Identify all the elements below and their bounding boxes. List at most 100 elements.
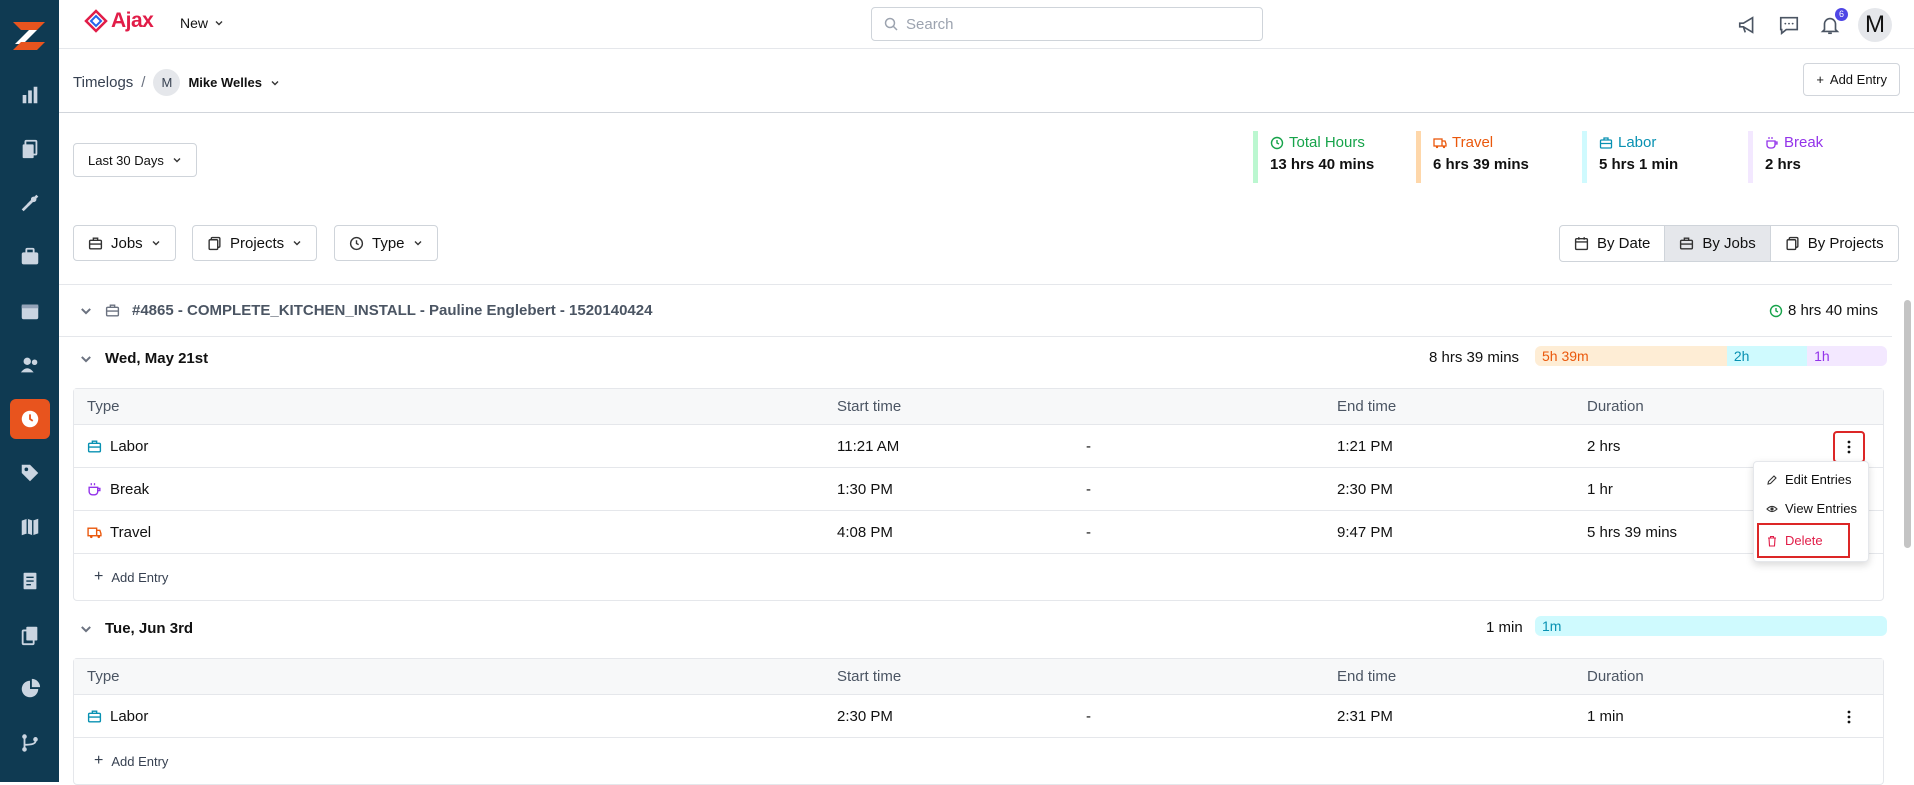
bell-icon[interactable]: 6 [1817,8,1848,38]
col-duration: Duration [1587,398,1644,415]
truck-icon [87,527,102,538]
app-logo[interactable] [9,18,49,54]
nav-documents-icon[interactable] [0,128,59,170]
bar-segment-labor: 2h [1726,346,1808,366]
briefcase-icon [88,236,103,250]
row-duration: 5 hrs 39 mins [1587,523,1678,541]
chevron-down-icon[interactable] [79,352,93,366]
stat-label: Total Hours [1289,134,1365,151]
by-projects-label: By Projects [1807,235,1884,252]
briefcase-icon [87,439,102,453]
row-start-time: 2:30 PM [837,707,893,725]
nav-dashboard-icon[interactable] [0,74,59,116]
stat-label: Labor [1618,134,1657,151]
row-end-time: 1:21 PM [1337,437,1393,455]
row-actions-button[interactable] [1833,431,1865,463]
new-menu-label: New [180,15,209,31]
chevron-down-icon [293,241,301,246]
stat-break: Break 2 hrs [1748,131,1823,183]
nav-map-icon[interactable] [0,506,59,548]
projects-filter-dropdown[interactable]: Projects [192,225,318,261]
briefcase-icon [1599,136,1613,149]
brand-logo[interactable]: Ajax [84,9,154,33]
timelog-table: Type Start time End time Duration Labor … [73,658,1884,785]
scrollbar[interactable] [1904,300,1911,548]
user-avatar-small: M [153,69,181,96]
add-entry-row[interactable]: + Add Entry [74,554,1883,600]
day-total: 8 hrs 39 mins [1429,349,1520,366]
nav-workflow-icon[interactable] [0,722,59,764]
projects-filter-label: Projects [230,234,285,252]
kebab-menu-icon [1847,440,1851,454]
row-start-time: 11:21 AM [837,437,900,455]
type-filter-dropdown[interactable]: Type [334,225,438,261]
search-input[interactable] [906,15,1246,33]
user-selector[interactable]: Mike Welles [188,75,261,90]
by-projects-toggle[interactable]: By Projects [1771,226,1898,261]
brand-name: Ajax [111,9,154,32]
plus-icon: + [94,568,104,585]
table-row[interactable]: Break 1:30 PM - 2:30 PM 1 hr [74,468,1883,511]
stat-travel: Travel 6 hrs 39 mins [1416,131,1529,183]
table-row[interactable]: Labor 2:30 PM - 2:31 PM 1 min [74,695,1883,738]
kebab-menu-icon [1847,710,1851,724]
table-row[interactable]: Travel 4:08 PM - 9:47 PM 5 hrs 39 mins [74,511,1883,554]
nav-jobs-icon[interactable] [0,236,59,278]
nav-invoices-icon[interactable] [0,560,59,602]
chat-icon[interactable] [1776,12,1802,38]
duration-bar: 5h 39m 2h 1h [1535,346,1887,366]
row-start-time: 4:08 PM [837,523,893,541]
row-type: Travel [110,523,152,541]
job-title: #4865 - COMPLETE_KITCHEN_INSTALL - Pauli… [132,302,653,319]
table-header: Type Start time End time Duration [74,659,1883,695]
day-header[interactable]: Wed, May 21st 8 hrs 39 mins 5h 39m 2h 1h [59,338,1892,376]
nav-people-icon[interactable] [0,344,59,386]
date-range-dropdown[interactable]: Last 30 Days [73,143,197,177]
edit-entries-item[interactable]: Edit Entries [1754,465,1868,494]
delete-item[interactable]: Delete [1757,523,1850,558]
megaphone-icon[interactable] [1735,12,1761,38]
view-entries-item[interactable]: View Entries [1754,494,1868,523]
plus-icon: + [1816,72,1824,87]
clock-icon [1270,136,1284,149]
user-avatar[interactable]: M [1858,8,1892,42]
by-jobs-toggle[interactable]: By Jobs [1665,226,1771,261]
nav-reports-icon[interactable] [0,668,59,710]
add-entry-label: Add Entry [1829,72,1887,87]
breadcrumb-separator: / [141,74,146,91]
eye-icon [1766,505,1778,512]
add-entry-row[interactable]: + Add Entry [74,738,1883,784]
timelog-content: #4865 - COMPLETE_KITCHEN_INSTALL - Pauli… [59,284,1892,785]
nav-tags-icon[interactable] [0,452,59,494]
chevron-down-icon[interactable] [270,78,280,88]
table-header: Type Start time End time Duration [74,389,1883,425]
day-header[interactable]: Tue, Jun 3rd 1 min 1m [59,608,1892,646]
chevron-down-icon[interactable] [79,622,93,636]
breadcrumb: Timelogs / M Mike Welles [73,69,280,96]
by-date-toggle[interactable]: By Date [1560,226,1666,261]
trash-icon [1768,535,1776,547]
chevron-down-icon[interactable] [79,304,93,318]
job-group-header[interactable]: #4865 - COMPLETE_KITCHEN_INSTALL - Pauli… [59,285,1892,337]
add-entry-button[interactable]: + Add Entry [1803,63,1900,96]
breadcrumb-bar: Timelogs / M Mike Welles + Add Entry [59,49,1914,113]
date-range-label: Last 30 Days [88,152,164,168]
nav-files-icon[interactable] [0,614,59,656]
day-total: 1 min [1486,619,1523,636]
add-entry-label: Add Entry [111,569,169,585]
nav-tools-icon[interactable] [0,182,59,224]
breadcrumb-timelogs[interactable]: Timelogs [73,74,133,91]
nav-calendar-icon[interactable] [0,290,59,332]
row-actions-button[interactable] [1835,703,1863,731]
bar-segment-labor: 1m [1535,616,1887,636]
row-type: Labor [110,437,149,455]
col-end-time: End time [1337,398,1397,415]
stat-value: 5 hrs 1 min [1599,156,1679,173]
clock-icon [1769,304,1783,317]
calendar-icon [1574,237,1589,251]
jobs-filter-dropdown[interactable]: Jobs [73,225,176,261]
top-icons: 6 M [1735,8,1892,42]
new-menu-button[interactable]: New [180,15,224,31]
table-row[interactable]: Labor 11:21 AM - 1:21 PM 2 hrs [74,425,1883,468]
nav-timelogs-icon[interactable] [0,398,59,440]
